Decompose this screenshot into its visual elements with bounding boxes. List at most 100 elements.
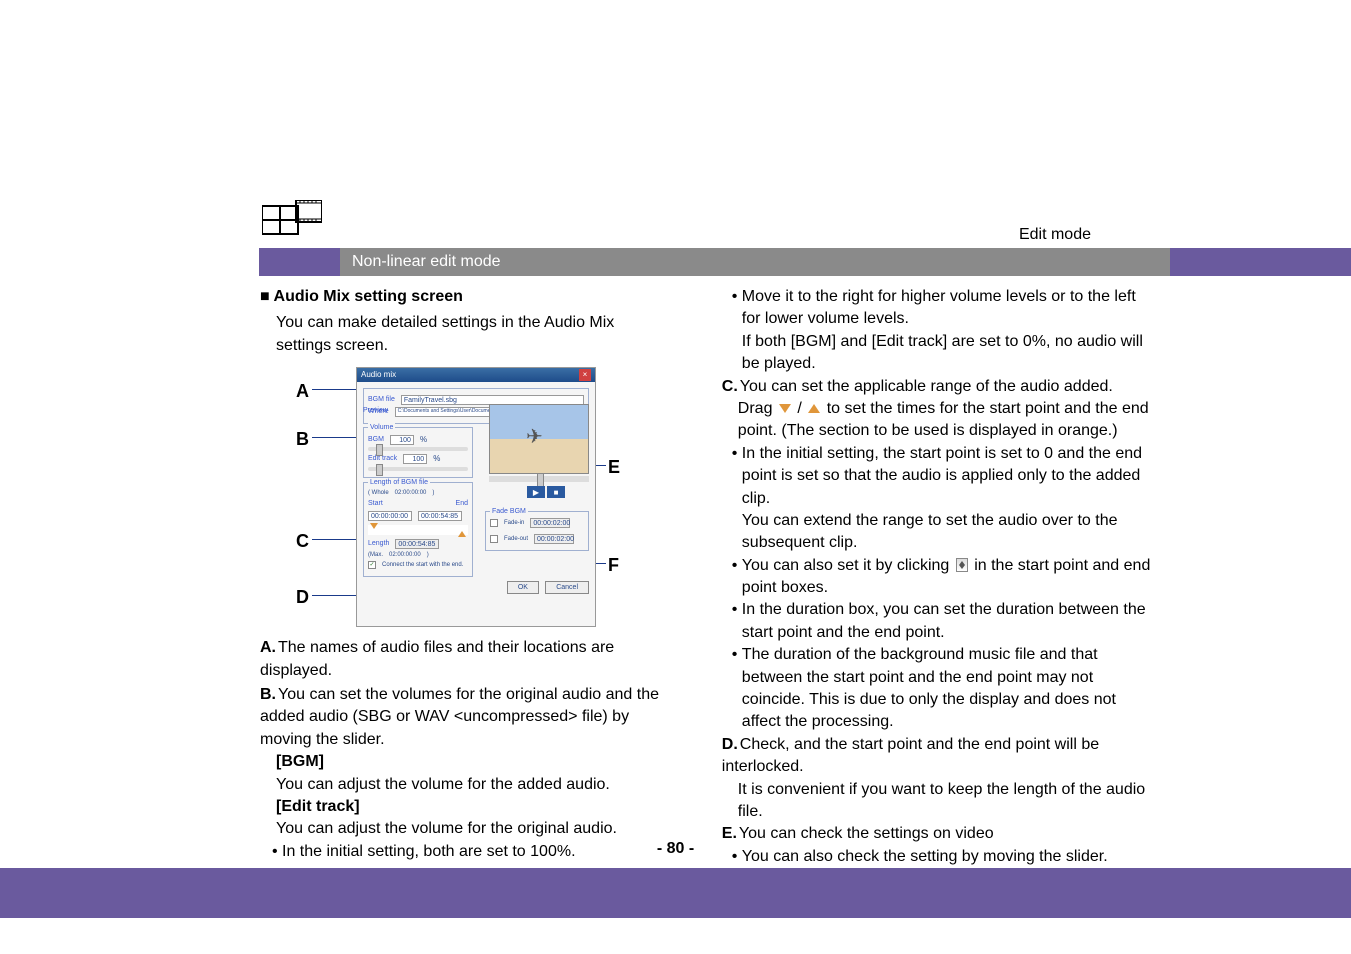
fadeout-value: 00:00:02:00	[534, 534, 574, 544]
pre-note: If both [BGM] and [Edit track] are set t…	[742, 331, 1151, 376]
edit-track-subhead: [Edit track]	[276, 796, 662, 818]
volume-label: Volume	[368, 423, 395, 433]
callout-line-b	[312, 437, 362, 438]
dialog-body: BGM file FamilyTravel.sbg Where C:\Docum…	[357, 382, 595, 598]
callout-e: E	[608, 455, 620, 480]
whole-value: 02:00:00:00	[395, 489, 427, 497]
callout-f: F	[608, 553, 619, 578]
dialog-buttons: OK Cancel	[363, 581, 589, 595]
start-label: Start	[368, 499, 383, 509]
callout-b: B	[296, 427, 309, 452]
max-paren: )	[427, 551, 429, 559]
item-a-text: The names of audio files and their locat…	[260, 639, 614, 678]
range-timeline	[368, 525, 468, 535]
connect-label: Connect the start with the end.	[382, 561, 463, 569]
c-bullet-1-text: In the initial setting, the start point …	[742, 445, 1142, 507]
c-bullet-2a: You can also set it by clicking	[742, 557, 954, 574]
callout-line-f	[596, 563, 606, 564]
whole-paren: )	[432, 489, 434, 497]
bgm-percent: %	[420, 434, 427, 445]
fadein-value: 00:00:02:00	[530, 518, 570, 528]
item-c-text2: Drag / to set the times for the start po…	[738, 398, 1151, 443]
left-column: Audio Mix setting screen You can make de…	[260, 286, 662, 868]
c-bullets: In the initial setting, the start point …	[732, 443, 1151, 734]
dialog-title-text: Audio mix	[361, 369, 396, 381]
c-bullet-1-note: You can extend the range to set the audi…	[742, 510, 1151, 555]
item-d: D.Check, and the start point and the end…	[722, 734, 1151, 779]
close-icon: ×	[579, 369, 591, 381]
bgm-slider	[368, 447, 468, 451]
edit-track-value: 100	[403, 454, 427, 464]
fadein-label: Fade-in	[504, 519, 524, 527]
right-column: Move it to the right for higher volume l…	[722, 286, 1151, 868]
mode-label: Edit mode	[1019, 226, 1091, 244]
dialog-titlebar: Audio mix ×	[357, 368, 595, 382]
edit-track-percent: %	[433, 453, 440, 464]
spinner-icon	[956, 558, 968, 572]
end-label: End	[456, 499, 468, 509]
intro-text: You can make detailed settings in the Au…	[276, 312, 662, 357]
length-section-label: Length of BGM file	[368, 478, 430, 488]
pre-bullet-1: Move it to the right for higher volume l…	[732, 286, 1151, 376]
marker-up-icon	[808, 404, 820, 413]
fade-bgm-label: Fade BGM	[490, 507, 528, 517]
callout-c: C	[296, 529, 309, 554]
callout-line-e	[596, 465, 606, 466]
bgm-vol-value: 100	[390, 435, 414, 445]
start-value: 00:00:00:00	[368, 511, 412, 521]
length2-value: 00:00:54:85	[395, 539, 439, 549]
subheader-text: Non-linear edit mode	[352, 253, 501, 271]
slash: /	[793, 400, 806, 417]
cancel-button: Cancel	[545, 581, 589, 595]
c-bullet-2: You can also set it by clicking in the s…	[732, 555, 1151, 600]
end-value: 00:00:54:85	[418, 511, 462, 521]
c-bullet-4: The duration of the background music fil…	[732, 644, 1151, 734]
page-number: - 80 -	[0, 840, 1351, 858]
item-d-text: Check, and the start point and the end p…	[722, 736, 1099, 775]
preview-controls: ▶ ■	[527, 486, 565, 498]
checkbox-icon: ✓	[368, 561, 376, 569]
filmstrip-icon	[262, 200, 322, 240]
item-c: C.You can set the applicable range of th…	[722, 376, 1151, 398]
bgm-subhead: [BGM]	[276, 751, 662, 773]
ok-button: OK	[507, 581, 539, 595]
callout-d: D	[296, 585, 309, 610]
max-value: 02:00:00:00	[389, 551, 421, 559]
item-b: B.You can set the volumes for the origin…	[260, 684, 662, 751]
c-bullet-1: In the initial setting, the start point …	[732, 443, 1151, 555]
bgm-vol-label: BGM	[368, 435, 384, 445]
callout-line-d	[312, 595, 360, 596]
marker-down-icon	[779, 404, 791, 413]
edit-track-slider	[368, 467, 468, 471]
bgm-file-label: BGM file	[368, 395, 395, 405]
item-c-text1: You can set the applicable range of the …	[740, 378, 1113, 395]
callout-a: A	[296, 379, 309, 404]
pre-bullets: Move it to the right for higher volume l…	[732, 286, 1151, 376]
bgm-text: You can adjust the volume for the added …	[276, 774, 662, 796]
whole-label: ( Whole	[368, 489, 389, 497]
max-label: (Max.	[368, 551, 383, 559]
item-b-text: You can set the volumes for the original…	[260, 686, 659, 748]
item-a: A.The names of audio files and their loc…	[260, 637, 662, 682]
edit-track-text: You can adjust the volume for the origin…	[276, 818, 662, 840]
c-bullet-3: In the duration box, you can set the dur…	[732, 599, 1151, 644]
preview-slider	[489, 476, 589, 482]
length2-label: Length	[368, 539, 389, 549]
section-heading: Audio Mix setting screen	[260, 286, 662, 308]
item-a-letter: A.	[260, 639, 276, 656]
subheader: Non-linear edit mode	[340, 248, 1170, 276]
dialog-screenshot: A B C D E F Audio mix × BGM file	[276, 367, 662, 627]
play-icon: ▶	[527, 486, 545, 498]
content: Audio Mix setting screen You can make de…	[260, 286, 1151, 868]
item-c-letter: C.	[722, 378, 738, 395]
audio-mix-dialog: Audio mix × BGM file FamilyTravel.sbg Wh…	[356, 367, 596, 627]
item-d-letter: D.	[722, 736, 738, 753]
pre-bullet-1-text: Move it to the right for higher volume l…	[742, 288, 1136, 327]
item-d-note: It is convenient if you want to keep the…	[738, 779, 1151, 824]
checkbox-icon	[490, 519, 498, 527]
checkbox-icon	[490, 535, 498, 543]
c-text2a: Drag	[738, 400, 777, 417]
footer-bar	[0, 868, 1351, 918]
callout-line-c	[312, 539, 360, 540]
item-b-letter: B.	[260, 686, 276, 703]
